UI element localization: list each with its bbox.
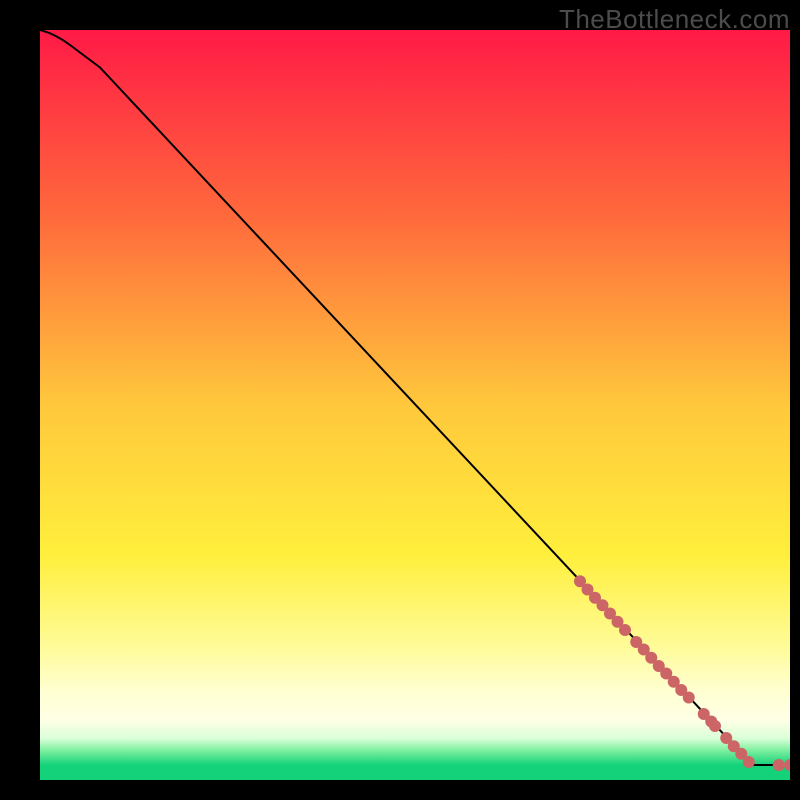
plot-area — [40, 30, 790, 780]
data-marker — [683, 692, 695, 704]
data-marker — [709, 720, 721, 732]
watermark-text: TheBottleneck.com — [559, 4, 790, 35]
data-marker — [743, 756, 755, 768]
chart-frame: TheBottleneck.com — [0, 0, 800, 800]
chart-svg — [40, 30, 790, 780]
data-marker — [619, 624, 631, 636]
data-marker — [773, 759, 785, 771]
